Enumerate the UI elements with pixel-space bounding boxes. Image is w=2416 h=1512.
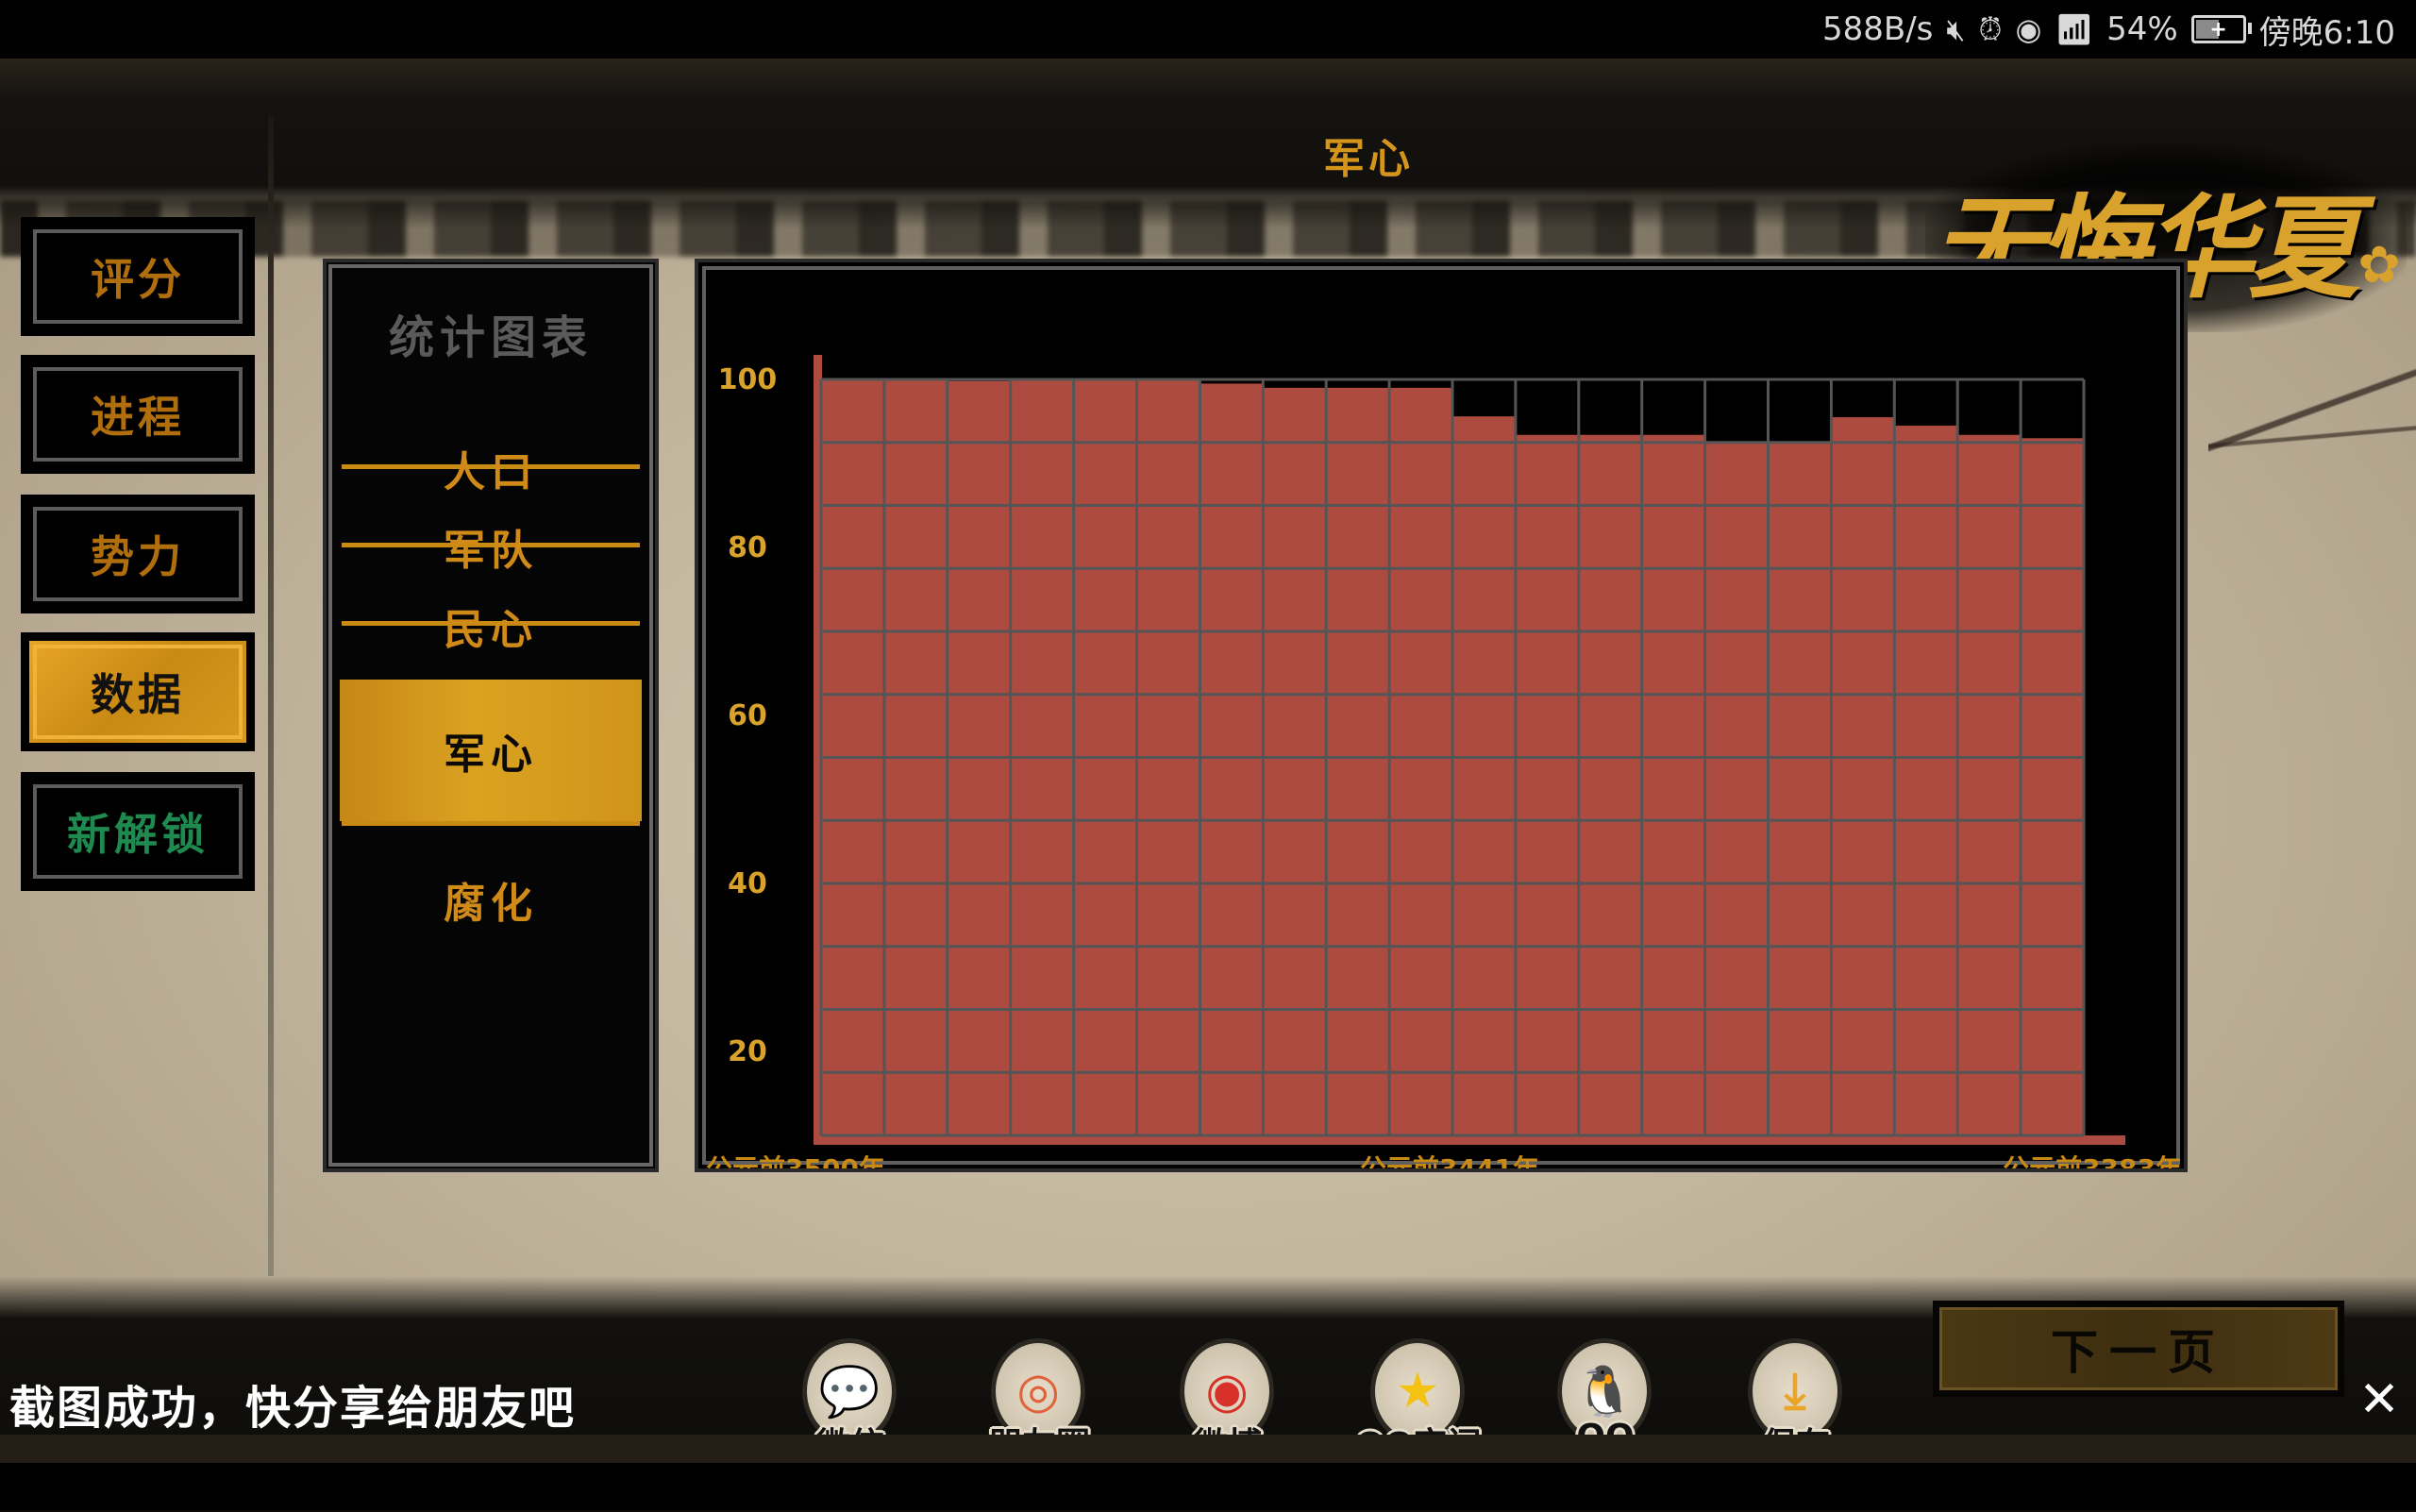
stats-item-label: 腐化 <box>444 880 538 928</box>
nav-forces-button[interactable]: 势力 <box>21 495 255 613</box>
bar-7 <box>1200 383 1264 1135</box>
battery-icon: + <box>2190 15 2252 43</box>
nav-label: 势力 <box>91 531 185 582</box>
plum-branch-decoration <box>2208 342 2416 493</box>
x-tick-label: 公元前3383年 <box>2003 1153 2182 1168</box>
battery-percent: 54% <box>2106 10 2178 48</box>
nav-progress-button[interactable]: 进程 <box>21 355 255 474</box>
y-tick-label: 100 <box>718 363 778 396</box>
chart-panel: 100 80 60 40 20 公元前3500年 公元前3441年 公元前3383年 <box>695 259 2188 1172</box>
y-tick-label: 40 <box>728 867 767 900</box>
stats-item-label: 军心 <box>444 731 538 779</box>
y-tick-label: 80 <box>728 531 767 564</box>
flower-icon: ✿ <box>2357 235 2401 294</box>
alarm-icon: ⏰︎ <box>1978 10 2003 47</box>
bar-17 <box>1831 417 1895 1135</box>
nav-bar-area <box>0 1463 2416 1510</box>
bar-18 <box>1894 425 1958 1135</box>
bar-14 <box>1641 434 1705 1135</box>
mute-icon: 🔇︎ <box>1946 10 1966 47</box>
stats-item-corruption[interactable]: 腐化 <box>340 829 642 970</box>
bar-15 <box>1704 442 1769 1135</box>
bar-9 <box>1326 387 1390 1135</box>
charging-icon: + <box>2209 17 2227 42</box>
bar-19 <box>1957 434 2022 1135</box>
next-page-label: 下一页 <box>1939 1307 2338 1390</box>
share-message: 截图成功，快分享给朋友吧 <box>9 1382 577 1435</box>
bar-8 <box>1263 387 1327 1135</box>
bar-12 <box>1515 434 1579 1135</box>
wifi-icon: 📶︎ <box>2055 11 2094 47</box>
clock: 傍晚6:10 <box>2258 13 2395 52</box>
status-bar: 588B/s 🔇︎ ⏰︎ ◉ 📶︎ 54% + 傍晚6:10 <box>0 0 2416 59</box>
bar-13 <box>1578 434 1642 1135</box>
nav-label: 评分 <box>91 254 185 305</box>
nav-label: 进程 <box>91 392 185 443</box>
stats-item-label: 民心 <box>444 606 538 654</box>
y-tick-label: 60 <box>728 699 767 732</box>
nav-rating-button[interactable]: 评分 <box>21 217 255 336</box>
nav-label: 新解锁 <box>67 809 209 860</box>
bottom-strip <box>0 1435 2416 1463</box>
bar-11 <box>1452 416 1516 1135</box>
y-tick-label: 20 <box>728 1035 767 1068</box>
stats-item-public-morale[interactable]: 民心 <box>340 555 642 697</box>
eye-comfort-icon: ◉ <box>2015 11 2042 47</box>
nav-data-button[interactable]: 数据 <box>21 632 255 751</box>
game-screen: 军心 无悔华夏 ✿ 评分 进程 势力 数据 新解锁 统计图表 人口 军队 民心 … <box>0 59 2416 1512</box>
bar-10 <box>1389 387 1452 1135</box>
stats-item-army-morale[interactable]: 军心 <box>340 680 642 821</box>
stats-menu-heading: 统计图表 <box>388 311 593 364</box>
page-title: 军心 <box>1323 135 1414 183</box>
bar-16 <box>1768 442 1832 1135</box>
bar-20 <box>2021 438 2084 1135</box>
stats-menu-panel: 统计图表 人口 军队 民心 军心 腐化 <box>323 259 659 1172</box>
nav-new-unlock-button[interactable]: 新解锁 <box>21 772 255 891</box>
vertical-divider <box>268 115 274 1276</box>
menu-divider <box>342 821 640 826</box>
net-speed: 588B/s <box>1821 10 1934 48</box>
x-tick-label: 公元前3500年 <box>706 1153 885 1168</box>
close-icon[interactable]: ✕ <box>2357 1375 2401 1424</box>
army-morale-chart: 100 80 60 40 20 公元前3500年 公元前3441年 公元前3383年 <box>706 355 2182 1168</box>
nav-label: 数据 <box>91 669 185 720</box>
next-page-button[interactable]: 下一页 <box>1933 1301 2344 1397</box>
x-tick-label: 公元前3441年 <box>1360 1153 1539 1168</box>
